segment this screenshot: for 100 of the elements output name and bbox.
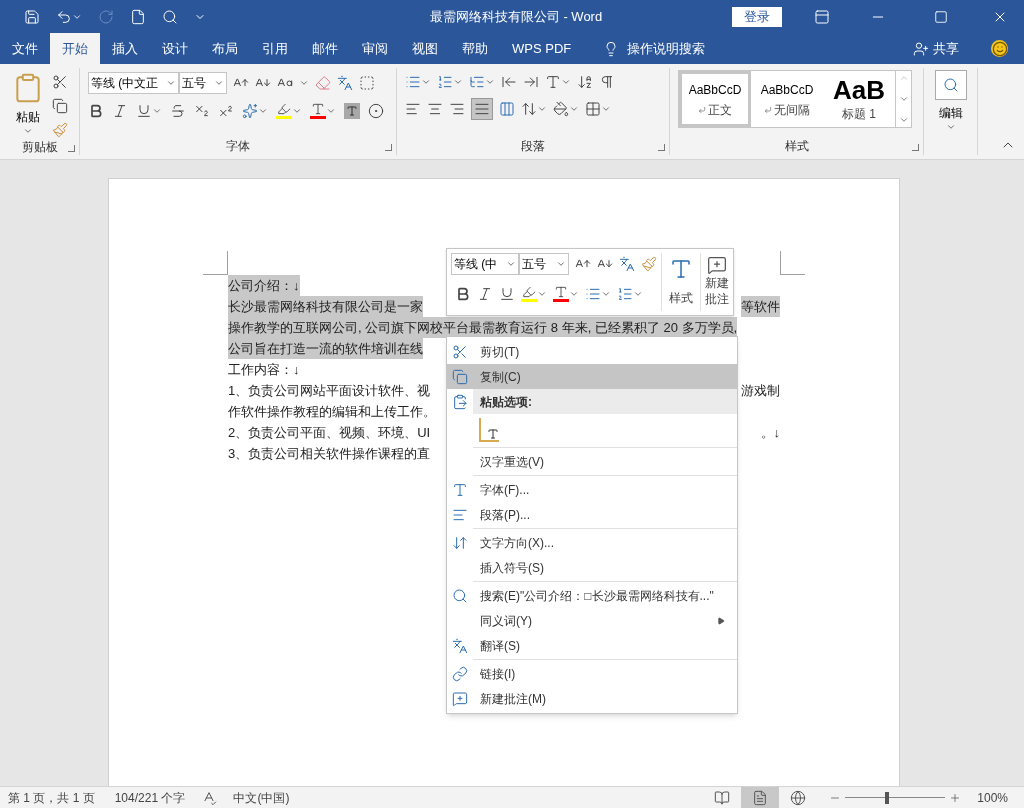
save-icon[interactable] bbox=[24, 8, 40, 25]
ribbon-tab[interactable]: 开始 bbox=[50, 33, 100, 64]
line-spacing-icon[interactable] bbox=[521, 101, 537, 117]
font-name-dropdown[interactable]: 等线 (中文正 bbox=[88, 72, 179, 94]
caret-icon[interactable] bbox=[485, 77, 495, 87]
comment-icon[interactable] bbox=[706, 255, 727, 275]
font-color-icon[interactable] bbox=[310, 102, 326, 119]
eraser-icon[interactable] bbox=[315, 75, 331, 91]
search-icon[interactable] bbox=[162, 8, 178, 25]
decrease-indent-icon[interactable] bbox=[501, 74, 517, 90]
login-button[interactable]: 登录 bbox=[732, 6, 782, 27]
ribbon-display-icon[interactable] bbox=[814, 8, 830, 25]
zoom-slider[interactable] bbox=[845, 791, 946, 804]
letter-icon[interactable] bbox=[487, 428, 499, 440]
dialog-launcher-icon[interactable] bbox=[658, 144, 665, 151]
enclose-character-icon[interactable] bbox=[368, 102, 384, 119]
zoom-in-icon[interactable] bbox=[949, 791, 962, 804]
highlight-icon[interactable] bbox=[521, 285, 537, 302]
font-name-dropdown[interactable]: 等线 (中 bbox=[451, 253, 519, 275]
menu-item[interactable]: 复制(C) bbox=[447, 364, 737, 389]
ribbon-tab[interactable]: 设计 bbox=[150, 33, 200, 64]
underline-icon[interactable] bbox=[499, 285, 515, 302]
maximize-icon[interactable] bbox=[934, 9, 948, 24]
menu-item[interactable]: 汉字重选(V) bbox=[447, 449, 737, 474]
smiley-icon[interactable] bbox=[991, 40, 1008, 57]
tell-me-search[interactable]: 操作说明搜索 bbox=[627, 38, 706, 59]
caret-icon[interactable] bbox=[506, 259, 516, 269]
word-count[interactable]: 104/221 个字 bbox=[114, 788, 186, 807]
menu-item[interactable]: 翻译(S) bbox=[447, 633, 737, 658]
shading-icon[interactable] bbox=[553, 101, 569, 117]
caret-icon[interactable] bbox=[23, 126, 33, 136]
character-shading-icon[interactable] bbox=[344, 102, 360, 119]
align-left-icon[interactable] bbox=[405, 101, 421, 117]
format-painter-icon[interactable] bbox=[52, 122, 68, 138]
caret-icon[interactable] bbox=[556, 259, 566, 269]
caret-icon[interactable] bbox=[601, 104, 611, 114]
show-marks-icon[interactable] bbox=[599, 74, 615, 90]
italic-icon[interactable] bbox=[477, 285, 493, 302]
menu-item[interactable]: 文字方向(X)... bbox=[447, 530, 737, 555]
paste-button[interactable]: 粘贴 bbox=[16, 108, 40, 126]
dialog-launcher-icon[interactable] bbox=[385, 144, 392, 151]
phonetic-guide-icon[interactable] bbox=[619, 256, 635, 272]
menu-item[interactable]: 同义词(Y) bbox=[447, 608, 737, 633]
underline-icon[interactable] bbox=[136, 102, 152, 119]
caret-icon[interactable] bbox=[166, 78, 176, 88]
bold-icon[interactable] bbox=[88, 102, 104, 119]
caret-icon[interactable] bbox=[569, 104, 579, 114]
editing-button[interactable]: 编辑 bbox=[938, 104, 963, 122]
format-painter-icon[interactable] bbox=[641, 256, 657, 272]
bullets-icon[interactable] bbox=[405, 74, 421, 90]
language-status[interactable]: 中文(中国) bbox=[233, 788, 290, 807]
new-document-icon[interactable] bbox=[130, 8, 146, 25]
ribbon-tab[interactable]: 审阅 bbox=[350, 33, 400, 64]
sort-icon[interactable] bbox=[577, 74, 593, 90]
text-effects-icon[interactable] bbox=[242, 102, 258, 119]
dialog-launcher-icon[interactable] bbox=[68, 145, 75, 152]
caret-icon[interactable] bbox=[299, 78, 309, 88]
menu-item[interactable]: 字体(F)... bbox=[447, 477, 737, 502]
highlight-icon[interactable] bbox=[276, 102, 292, 119]
phonetic-guide-icon[interactable] bbox=[337, 75, 353, 91]
zoom-level[interactable]: 100% bbox=[977, 788, 1008, 807]
bold-icon[interactable] bbox=[455, 285, 471, 302]
numbering-icon[interactable] bbox=[437, 74, 453, 90]
font-size-dropdown[interactable]: 五号 bbox=[179, 72, 227, 94]
page-count[interactable]: 第 1 页，共 1 页 bbox=[8, 788, 95, 807]
caret-icon[interactable] bbox=[945, 122, 956, 132]
increase-indent-icon[interactable] bbox=[523, 74, 539, 90]
share-link[interactable]: 共享 bbox=[933, 38, 959, 59]
dialog-launcher-icon[interactable] bbox=[912, 144, 919, 151]
copy-icon[interactable] bbox=[52, 98, 68, 114]
new-comment-button[interactable]: 新建批注 bbox=[703, 275, 730, 307]
ribbon-tab[interactable]: 布局 bbox=[200, 33, 250, 64]
more-styles-icon[interactable] bbox=[898, 115, 909, 125]
menu-item[interactable]: 剪切(T) bbox=[447, 339, 737, 364]
ribbon-tab[interactable]: 文件 bbox=[0, 33, 50, 64]
styles-button[interactable]: 样式 bbox=[668, 289, 693, 307]
style-item[interactable]: AaBbCcD 正文 bbox=[679, 71, 751, 127]
share-icon[interactable] bbox=[913, 40, 929, 57]
character-border-icon[interactable] bbox=[359, 75, 375, 91]
ribbon-tab[interactable]: 帮助 bbox=[450, 33, 500, 64]
undo-icon[interactable] bbox=[56, 8, 72, 25]
keep-text-only-button[interactable] bbox=[479, 418, 499, 442]
menu-item[interactable]: 新建批注(M) bbox=[447, 686, 737, 711]
ribbon-tab[interactable]: 邮件 bbox=[300, 33, 350, 64]
multilevel-list-icon[interactable] bbox=[469, 74, 485, 90]
ribbon-tab[interactable]: 视图 bbox=[400, 33, 450, 64]
caret-icon[interactable] bbox=[214, 78, 224, 88]
menu-item[interactable]: 链接(I) bbox=[447, 661, 737, 686]
italic-icon[interactable] bbox=[112, 102, 128, 119]
caret-icon[interactable] bbox=[421, 77, 431, 87]
ribbon-tab[interactable]: 引用 bbox=[250, 33, 300, 64]
font-color-icon[interactable] bbox=[553, 285, 569, 302]
search-icon[interactable] bbox=[942, 77, 959, 93]
distributed-icon[interactable] bbox=[499, 101, 515, 117]
menu-item[interactable]: 插入符号(S) bbox=[447, 555, 737, 580]
menu-item[interactable]: 段落(P)... bbox=[447, 502, 737, 527]
print-layout-icon[interactable] bbox=[741, 787, 780, 808]
ribbon-tab[interactable]: WPS PDF bbox=[500, 33, 584, 64]
align-right-icon[interactable] bbox=[449, 101, 465, 117]
ribbon-tab[interactable]: 插入 bbox=[100, 33, 150, 64]
